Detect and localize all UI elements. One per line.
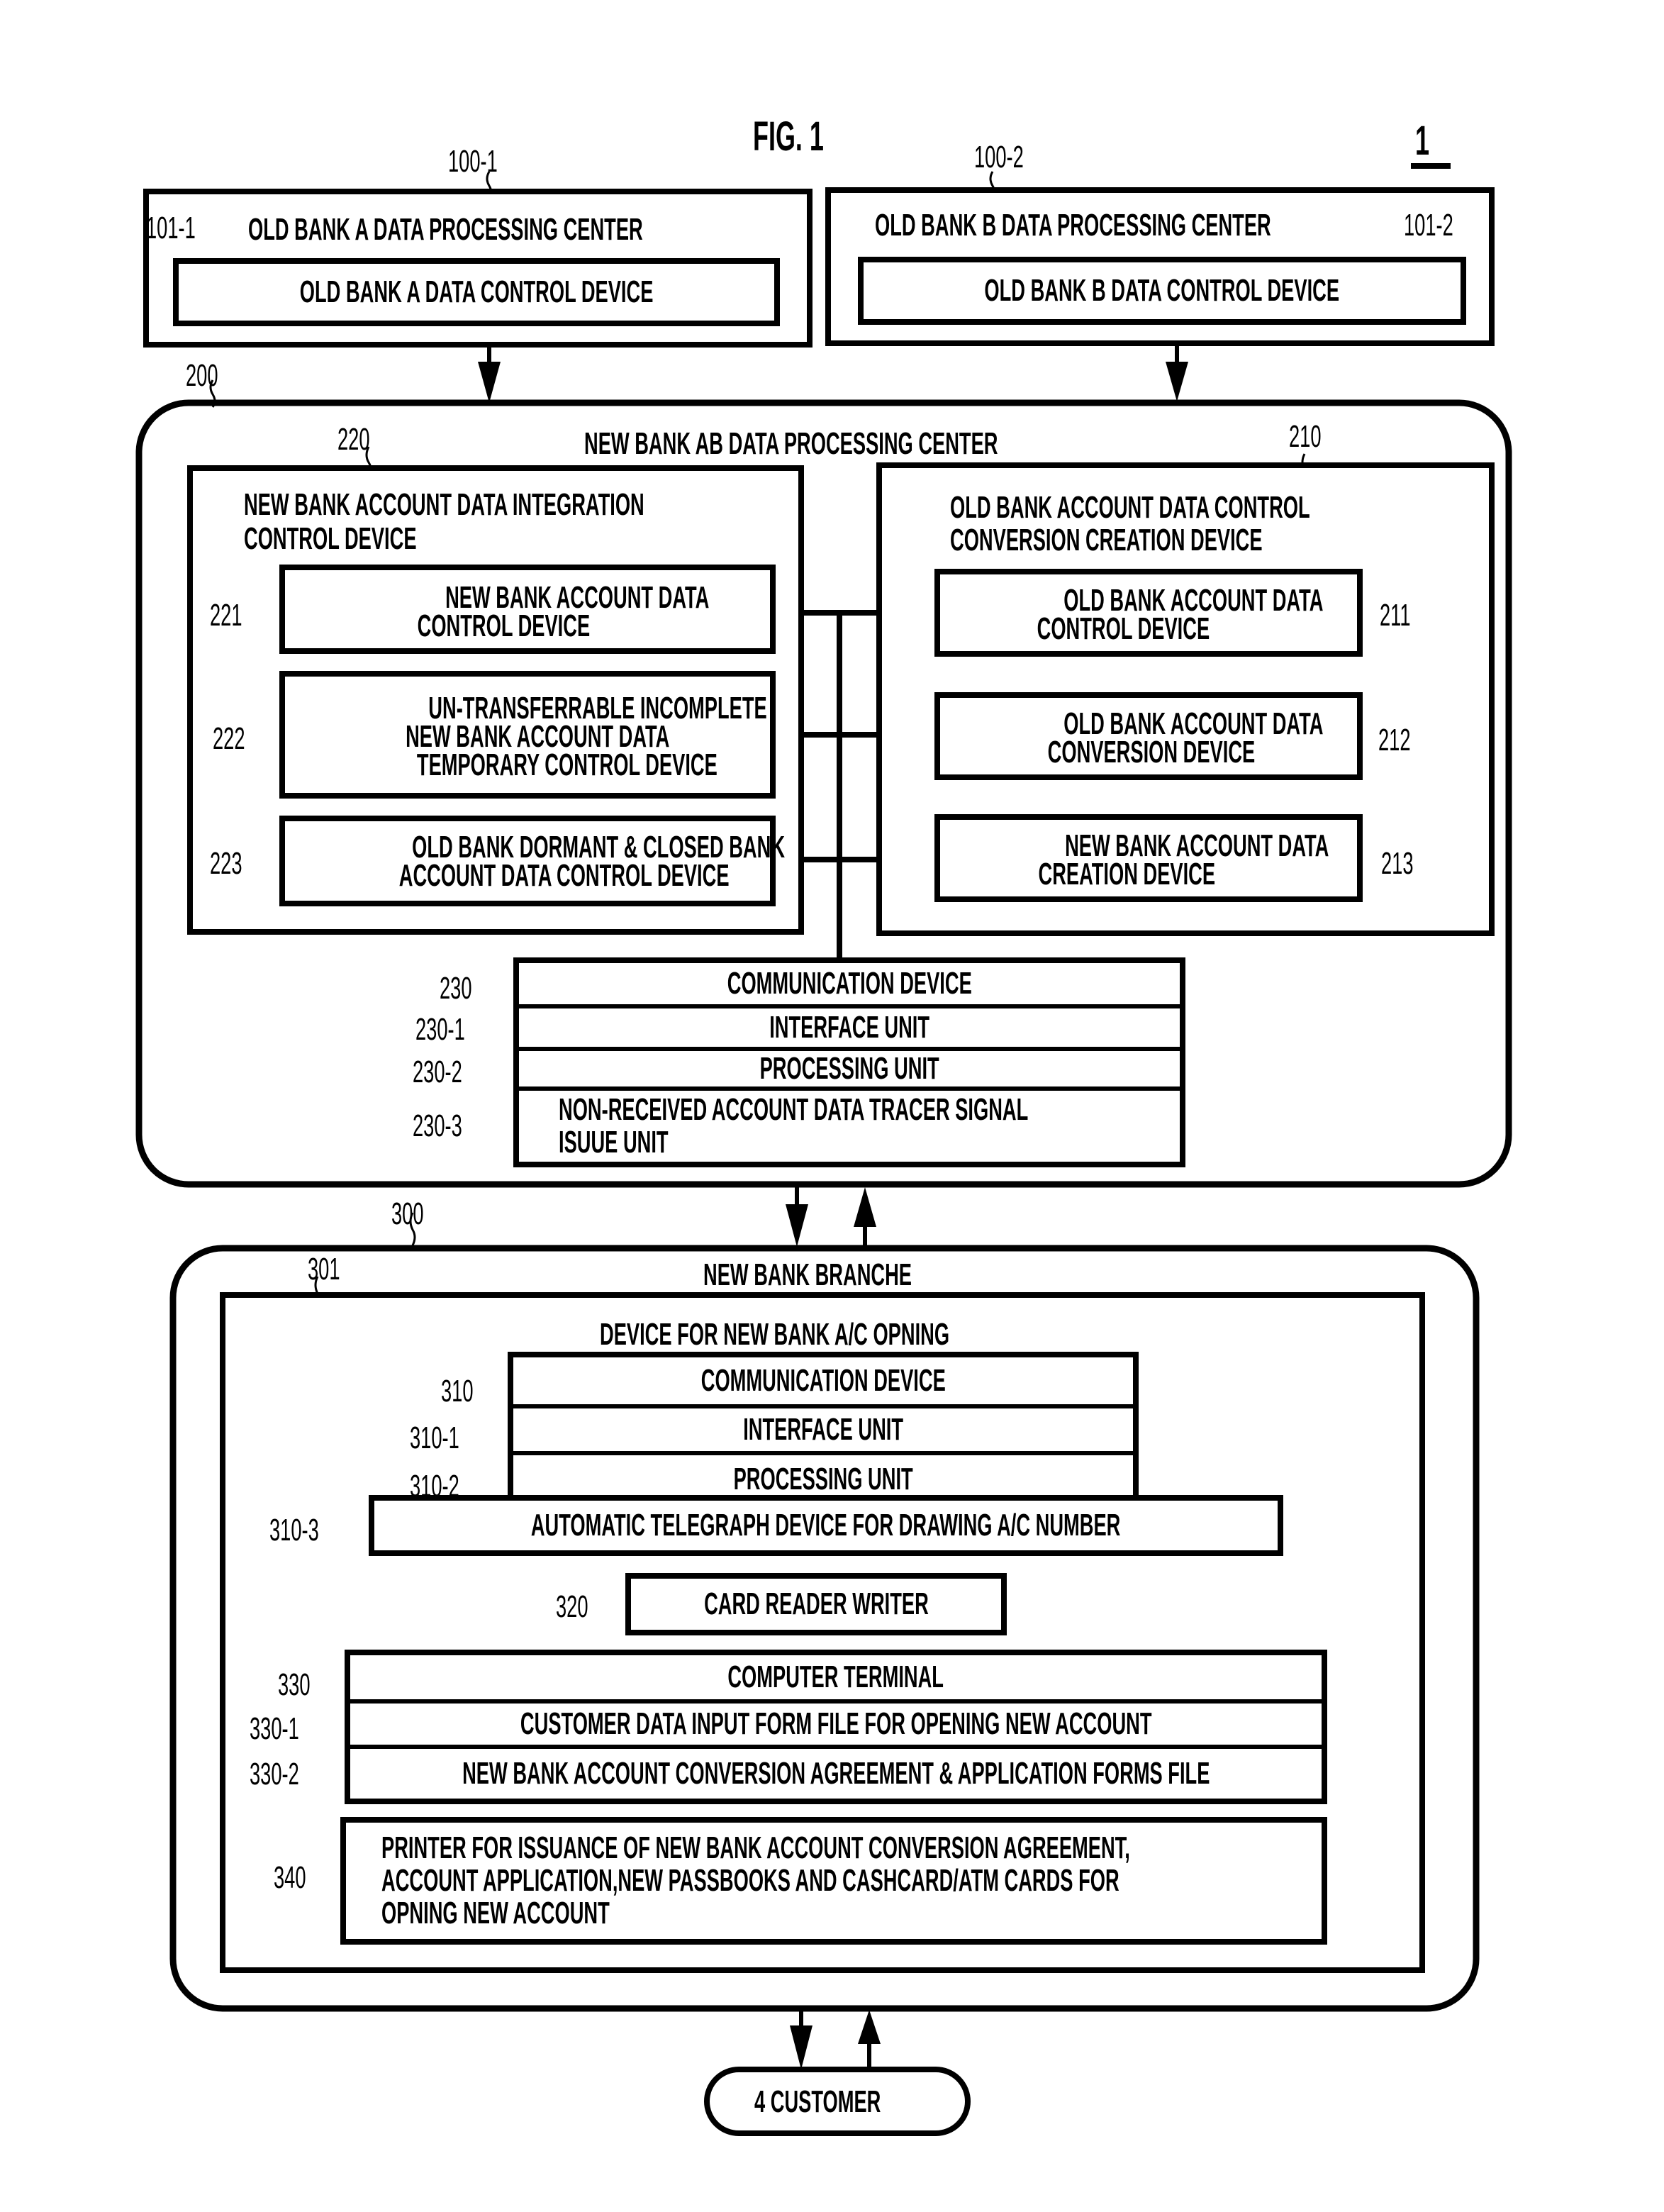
integration-title-line1: NEW BANK ACCOUNT DATA INTEGRATION	[244, 487, 644, 522]
arrow-bank-b-to-center	[1166, 346, 1188, 401]
comm-230-2-label: PROCESSING UNIT	[759, 1050, 939, 1086]
untransferrable-temporary-control-device: UN-TRANSFERRABLE INCOMPLETE NEW BANK ACC…	[279, 671, 776, 799]
ref-220: 220	[337, 422, 370, 457]
device-221-line2: CONTROL DEVICE	[417, 608, 591, 644]
device-212-line2: CONVERSION DEVICE	[1047, 735, 1256, 770]
branch-title: NEW BANK BRANCHE	[703, 1257, 912, 1292]
ref-310: 310	[441, 1374, 474, 1408]
conversion-title-line2: CONVERSION CREATION DEVICE	[950, 523, 1263, 557]
ref-301: 301	[308, 1252, 340, 1286]
figure-title: FIG. 1	[753, 113, 824, 160]
device-213-line2: CREATION DEVICE	[1038, 857, 1216, 892]
printer-label: PRINTER FOR ISSUANCE OF NEW BANK ACCOUNT…	[381, 1830, 1130, 1931]
comm-310-2-label: PROCESSING UNIT	[733, 1461, 913, 1496]
ref-320: 320	[556, 1589, 588, 1624]
arrow-customer-to-branch	[858, 2010, 881, 2068]
ref-340: 340	[274, 1860, 306, 1895]
old-bank-b-device-label: OLD BANK B DATA CONTROL DEVICE	[984, 272, 1340, 308]
communication-device-230: COMMUNICATION DEVICE INTERFACE UNIT PROC…	[513, 957, 1185, 1167]
device-223-line2: ACCOUNT DATA CONTROL DEVICE	[398, 858, 730, 894]
old-bank-a-data-control-device: OLD BANK A DATA CONTROL DEVICE	[173, 258, 780, 326]
ref-310-3: 310-3	[269, 1513, 319, 1547]
new-center-title: NEW BANK AB DATA PROCESSING CENTER	[584, 426, 998, 461]
new-bank-account-data-creation-device: NEW BANK ACCOUNT DATA CREATION DEVICE	[934, 814, 1363, 902]
old-bank-b-title: OLD BANK B DATA PROCESSING CENTER	[875, 208, 1271, 243]
computer-terminal: COMPUTER TERMINAL CUSTOMER DATA INPUT FO…	[345, 1650, 1327, 1804]
device-222-line3: TEMPORARY CONTROL DEVICE	[416, 747, 717, 783]
conversion-title-line1: OLD BANK ACCOUNT DATA CONTROL	[950, 490, 1310, 525]
system-reference-underline	[1411, 163, 1451, 169]
arrow-center-to-branch	[786, 1186, 808, 1247]
ref-230-1: 230-1	[415, 1012, 465, 1047]
ref-101-2: 101-2	[1404, 208, 1453, 243]
comm-230-1-label: INTERFACE UNIT	[769, 1009, 929, 1045]
comm-310-1-label: INTERFACE UNIT	[743, 1411, 903, 1447]
ref-330: 330	[278, 1667, 311, 1702]
terminal-330-2-label: NEW BANK ACCOUNT CONVERSION AGREEMENT & …	[462, 1755, 1210, 1791]
comm-310-label: COMMUNICATION DEVICE	[700, 1362, 946, 1398]
card-reader-writer: CARD READER WRITER	[625, 1573, 1007, 1635]
ref-223: 223	[210, 846, 242, 881]
old-bank-b-data-control-device: OLD BANK B DATA CONTROL DEVICE	[858, 257, 1466, 325]
ref-212: 212	[1378, 723, 1411, 757]
ref-200: 200	[186, 358, 218, 393]
new-bank-account-data-control-device: NEW BANK ACCOUNT DATA CONTROL DEVICE	[279, 565, 776, 654]
terminal-330-1-label: CUSTOMER DATA INPUT FORM FILE FOR OPENIN…	[520, 1706, 1152, 1741]
dormant-closed-account-control-device: OLD BANK DORMANT & CLOSED BANK ACCOUNT D…	[279, 816, 785, 906]
printer: PRINTER FOR ISSUANCE OF NEW BANK ACCOUNT…	[340, 1817, 1327, 1945]
ref-300: 300	[391, 1196, 424, 1231]
arrow-branch-to-customer	[790, 2010, 813, 2069]
ref-213: 213	[1381, 846, 1414, 881]
communication-device-310: COMMUNICATION DEVICE INTERFACE UNIT PROC…	[508, 1352, 1139, 1509]
ref-330-2: 330-2	[250, 1757, 299, 1791]
ref-101-1: 101-1	[146, 211, 196, 245]
automatic-telegraph-device: AUTOMATIC TELEGRAPH DEVICE FOR DRAWING A…	[369, 1495, 1283, 1556]
card-reader-label: CARD READER WRITER	[703, 1586, 929, 1621]
account-opening-device-title: DEVICE FOR NEW BANK A/C OPNING	[600, 1317, 950, 1352]
ref-210: 210	[1289, 419, 1322, 454]
ref-222: 222	[213, 721, 245, 756]
ref-230-2: 230-2	[413, 1055, 462, 1089]
ref-230-3: 230-3	[413, 1108, 462, 1143]
system-reference: 1	[1415, 118, 1430, 164]
customer-label: 4 CUSTOMER	[754, 2084, 881, 2119]
ref-100-2: 100-2	[974, 140, 1024, 174]
comm-230-label: COMMUNICATION DEVICE	[727, 965, 972, 1001]
old-bank-a-title: OLD BANK A DATA PROCESSING CENTER	[248, 212, 643, 247]
ref-310-1: 310-1	[410, 1421, 459, 1455]
integration-title-line2: CONTROL DEVICE	[244, 521, 417, 556]
old-bank-account-data-conversion-device: OLD BANK ACCOUNT DATA CONVERSION DEVICE	[934, 692, 1363, 780]
arrow-bank-a-to-center	[478, 346, 501, 403]
ref-230: 230	[440, 971, 472, 1006]
ref-211: 211	[1380, 598, 1411, 633]
comm-230-3-label: NON-RECEIVED ACCOUNT DATA TRACER SIGNAL …	[559, 1091, 1029, 1160]
telegraph-label: AUTOMATIC TELEGRAPH DEVICE FOR DRAWING A…	[531, 1507, 1121, 1543]
ref-221: 221	[210, 598, 242, 633]
ref-330-1: 330-1	[250, 1711, 299, 1746]
old-bank-a-device-label: OLD BANK A DATA CONTROL DEVICE	[299, 274, 654, 309]
device-211-line2: CONTROL DEVICE	[1037, 611, 1210, 647]
ref-100-1: 100-1	[448, 144, 498, 179]
old-bank-account-data-control-device: OLD BANK ACCOUNT DATA CONTROL DEVICE	[934, 569, 1363, 657]
arrow-branch-to-center	[854, 1187, 876, 1247]
terminal-330-label: COMPUTER TERMINAL	[727, 1659, 944, 1694]
